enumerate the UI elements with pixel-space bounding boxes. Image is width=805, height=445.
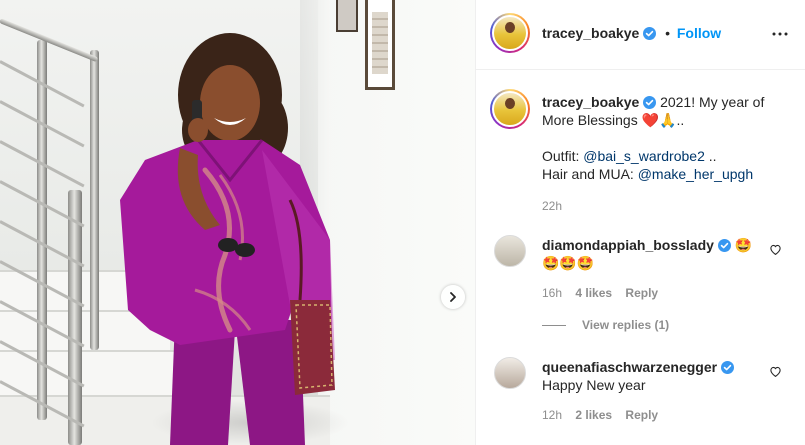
comment-reply-button[interactable]: Reply — [625, 286, 658, 300]
caption-text-line1: 2021! My year of — [660, 94, 765, 110]
comment-username[interactable]: diamondappiah_bosslady — [542, 237, 714, 253]
caption-outfit-label: Outfit: — [542, 148, 580, 164]
comment-likes[interactable]: 2 likes — [575, 408, 612, 422]
post-caption: tracey_boakye 2021! My year of More Bles… — [542, 93, 782, 215]
caption-outfit-suffix: .. — [708, 148, 717, 164]
comment-time[interactable]: 16h — [542, 286, 562, 300]
comment-text: 🤩🤩🤩 — [542, 255, 595, 271]
comment-time[interactable]: 12h — [542, 408, 562, 422]
caption-outfit-mention[interactable]: @bai_s_wardrobe2 — [583, 148, 705, 164]
chevron-right-icon — [450, 292, 456, 302]
author-avatar[interactable] — [490, 13, 530, 53]
caption-hair-label: Hair and MUA: — [542, 166, 634, 182]
view-replies-button[interactable]: View replies (1) — [542, 318, 669, 332]
comment-avatar[interactable] — [494, 235, 526, 267]
header-separator: • — [665, 25, 670, 41]
verified-badge-icon — [643, 27, 657, 40]
comment-username[interactable]: queenafiaschwarzenegger — [542, 359, 717, 375]
verified-badge-icon — [643, 96, 657, 109]
heart-outline-icon[interactable] — [769, 365, 782, 378]
view-replies-label: View replies (1) — [582, 318, 670, 332]
caption-avatar[interactable] — [490, 89, 530, 129]
post-photo[interactable] — [0, 0, 475, 445]
comment-reply-button[interactable]: Reply — [625, 408, 658, 422]
more-options-icon[interactable] — [771, 25, 789, 43]
verified-badge-icon — [717, 239, 731, 252]
post-header-info: tracey_boakye • Follow — [542, 25, 721, 41]
comment-avatar[interactable] — [494, 357, 526, 389]
caption-timestamp[interactable]: 22h — [542, 197, 782, 215]
caption-hair-mention[interactable]: @make_her_upgh — [638, 166, 753, 182]
next-photo-button[interactable] — [441, 285, 465, 309]
post-header: tracey_boakye • Follow — [476, 0, 805, 70]
post-side-panel: tracey_boakye • Follow tracey_boakye 202… — [475, 0, 805, 445]
heart-outline-icon[interactable] — [769, 243, 782, 256]
caption-username[interactable]: tracey_boakye — [542, 94, 639, 110]
comment-body: queenafiaschwarzenegger Happy New year — [542, 358, 762, 394]
comment-likes[interactable]: 4 likes — [575, 286, 612, 300]
photo-person — [120, 33, 335, 445]
comment-text-inline: 🤩 — [734, 237, 753, 253]
caption-emoji: ❤️🙏.. — [641, 112, 685, 128]
comment-meta: 12h 2 likes Reply — [542, 408, 658, 422]
follow-button[interactable]: Follow — [677, 25, 721, 41]
author-username[interactable]: tracey_boakye — [542, 25, 639, 41]
comment-body: diamondappiah_bosslady 🤩 🤩🤩🤩 — [542, 236, 762, 272]
replies-divider — [542, 325, 566, 327]
comment-text: Happy New year — [542, 377, 646, 393]
comment-meta: 16h 4 likes Reply — [542, 286, 658, 300]
verified-badge-icon — [720, 361, 734, 374]
caption-text-line2: More Blessings — [542, 112, 638, 128]
